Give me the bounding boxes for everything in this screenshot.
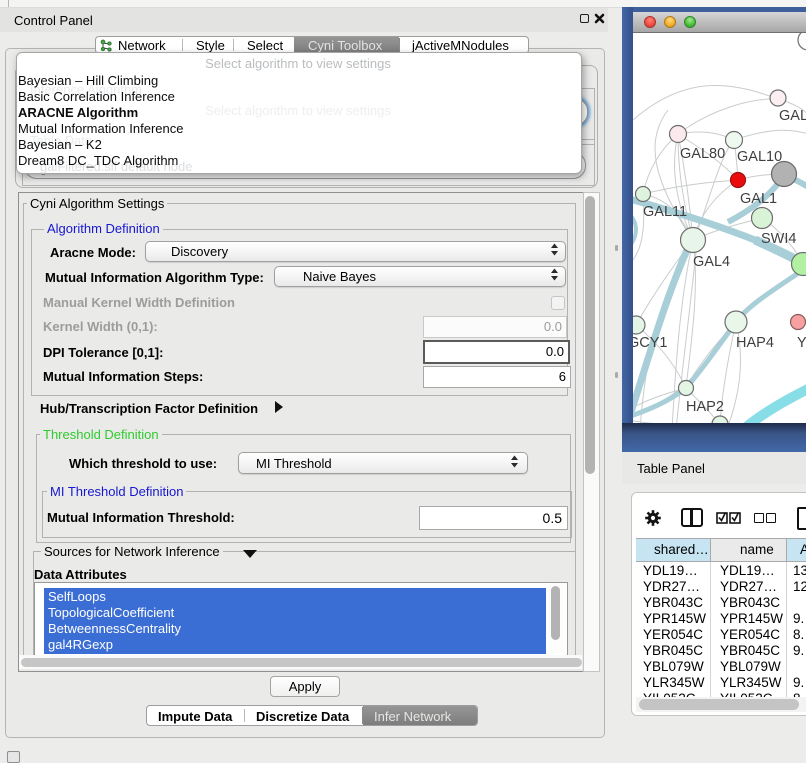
svg-text:HAP4: HAP4 — [736, 335, 774, 351]
svg-text:GAL11: GAL11 — [643, 204, 687, 220]
svg-text:GAL1: GAL1 — [740, 191, 777, 207]
svg-text:GAL10: GAL10 — [737, 149, 782, 165]
svg-text:SWI4: SWI4 — [761, 231, 796, 247]
svg-text:YPL: YPL — [797, 335, 806, 351]
svg-text:GCY1: GCY1 — [633, 335, 668, 351]
svg-text:GAL80: GAL80 — [680, 146, 725, 162]
svg-text:GAL7: GAL7 — [779, 108, 806, 124]
svg-text:GAL4: GAL4 — [693, 254, 730, 270]
svg-text:HAP2: HAP2 — [686, 399, 724, 415]
